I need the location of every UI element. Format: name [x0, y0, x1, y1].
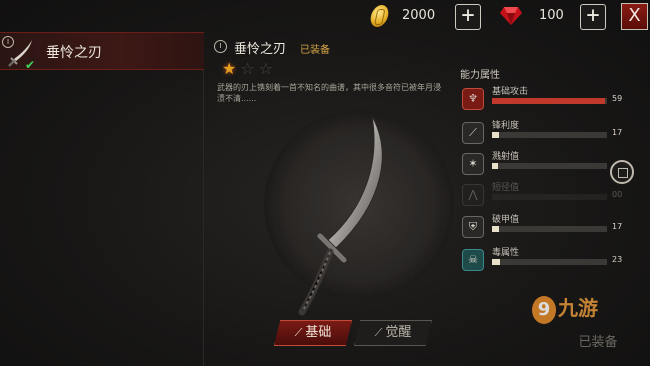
attribute-bar-fill [492, 98, 605, 104]
weapon-blade-image [298, 115, 383, 316]
attribute-row[interactable]: ⋀ 短径值 00 [462, 180, 650, 210]
star-filled-icon: ★ [222, 59, 241, 78]
add-gold-button[interactable]: + [455, 4, 481, 30]
attribute-label: 短径值 [492, 183, 520, 193]
attribute-row[interactable]: ⛨ 破甲值 17 [462, 212, 650, 242]
star-empty-icon: ☆ [258, 59, 278, 78]
gold-amount: 2000 [402, 8, 436, 23]
watermark-text: 九游 [558, 296, 598, 320]
attribute-label: 破甲值 [492, 215, 520, 225]
attribute-panel-title: 能力属性 [460, 70, 500, 81]
equipped-status: 已装备 [300, 45, 330, 56]
attribute-bar [492, 226, 607, 232]
poison-skull-icon: ☠ [462, 249, 484, 271]
weapon-name: 垂怜之刃 [234, 42, 287, 57]
blade-icon: ⟋ [374, 326, 383, 339]
weapon-list: I ✔ 垂怜之刃 [0, 32, 204, 366]
star-empty-icon: ☆ [240, 59, 259, 78]
attribute-label: 基础攻击 [492, 87, 529, 97]
attribute-bar [492, 259, 607, 265]
attribute-row[interactable]: ⟋ 锋利度 17 [462, 118, 650, 148]
attribute-row[interactable]: ♆ 基础攻击 59 [462, 84, 650, 114]
weapon-list-item-name: 垂怜之刃 [46, 45, 102, 61]
detail-tabs: ⟋ 基础 ⟋ 觉醒 [274, 320, 434, 346]
watermark-logo: 9 九游 [532, 292, 598, 324]
tab-basic-label: 基础 [305, 325, 332, 340]
sharpness-icon: ⟋ [462, 122, 484, 144]
attribute-bar [492, 132, 607, 138]
weapon-description: 武器的刃上镌刻着一首不知名的曲谱，其中很多音符已被年月浸渍不清...... [217, 83, 441, 103]
currency-bar: 2000 + 100 + X [0, 0, 650, 32]
weapon-list-item[interactable]: I ✔ 垂怜之刃 [0, 32, 204, 72]
tab-awaken-label: 觉醒 [385, 325, 412, 340]
attribute-label: 毒属性 [492, 248, 520, 258]
attribute-row[interactable]: ☠ 毒属性 23 [462, 245, 650, 275]
tier-badge: I [214, 40, 227, 53]
ruby-gem-icon [500, 7, 522, 25]
gem-amount: 100 [539, 8, 564, 23]
attribute-bar-fill [492, 163, 498, 169]
equipped-check-icon: ✔ [25, 58, 36, 72]
splash-icon: ✶ [462, 153, 484, 175]
tab-awaken[interactable]: ⟋ 觉醒 [354, 320, 432, 346]
tab-basic[interactable]: ⟋ 基础 [274, 320, 352, 346]
scroll-handle[interactable] [610, 160, 634, 184]
attribute-bar [492, 194, 607, 200]
add-gem-button[interactable]: + [580, 4, 606, 30]
attribute-bar-fill [492, 132, 499, 138]
star-rating: ★☆☆ [222, 59, 277, 78]
close-button[interactable]: X [621, 3, 648, 30]
attribute-label: 锋利度 [492, 121, 520, 131]
attribute-value: 23 [612, 255, 623, 264]
weapon-detail: I 垂怜之刃 已装备 ★☆☆ 武器的刃上镌刻着一首不知名的曲谱，其中很多音符已被… [204, 32, 454, 366]
equip-button[interactable]: 已装备 [559, 330, 637, 356]
game-screen: 2000 + 100 + X I ✔ 垂怜之刃 I 垂怜之刃 已装备 ★☆☆ 武… [0, 0, 650, 366]
strength-icon: ♆ [462, 88, 484, 110]
attribute-bar-fill [492, 259, 501, 265]
gold-coin-icon [368, 5, 391, 27]
attribute-value: 00 [612, 190, 623, 199]
attribute-value: 17 [612, 128, 623, 137]
attribute-bar [492, 163, 607, 169]
range-icon: ⋀ [462, 184, 484, 206]
attribute-value: 17 [612, 222, 623, 231]
attribute-bar-fill [492, 226, 499, 232]
watermark-glyph: 9 [532, 296, 556, 324]
attribute-bar [492, 98, 607, 104]
attribute-label: 溅射值 [492, 152, 520, 162]
armor-break-icon: ⛨ [462, 216, 484, 238]
attribute-value: 59 [612, 94, 623, 103]
blade-icon: ⟋ [294, 326, 303, 339]
